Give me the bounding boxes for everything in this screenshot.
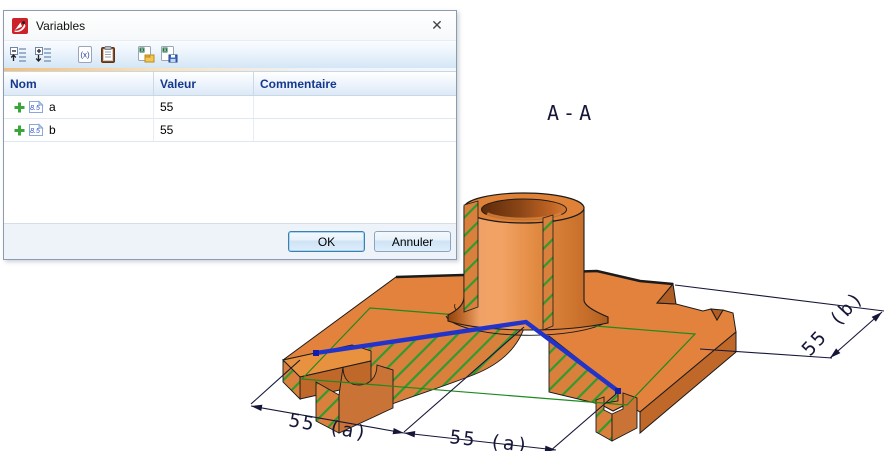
parameters-document-icon[interactable]: (x) — [77, 46, 93, 63]
table-row[interactable]: 8.5 b 55 — [4, 119, 456, 142]
expand-all-icon[interactable] — [35, 46, 52, 63]
excel-export-icon[interactable]: X — [160, 46, 178, 63]
variables-grid: Nom Valeur Commentaire 8.5 a 55 — [4, 71, 456, 223]
collapse-all-icon[interactable] — [10, 46, 27, 63]
cylinder-cut-strip-right — [543, 215, 553, 330]
app-logo-icon — [12, 18, 28, 34]
cell-nom: 8.5 b — [4, 119, 154, 141]
column-header-nom[interactable]: Nom — [4, 72, 154, 95]
svg-text:8.5: 8.5 — [30, 105, 40, 112]
variable-name: b — [49, 123, 56, 137]
excel-import-icon[interactable]: X — [137, 46, 155, 63]
real-parameter-icon: 8.5 — [28, 123, 44, 137]
section-line-endpoint-left — [313, 350, 319, 356]
cell-valeur[interactable]: 55 — [154, 119, 254, 141]
dialog-toolbar: (x) X X — [4, 40, 456, 68]
cylinder-cut-strip-left — [464, 201, 478, 312]
add-variable-icon — [14, 125, 25, 136]
cell-valeur[interactable]: 55 — [154, 96, 254, 118]
section-line-endpoint-right — [615, 388, 621, 394]
dialog-title: Variables — [36, 19, 85, 33]
svg-text:(x): (x) — [80, 51, 90, 60]
table-row[interactable]: 8.5 a 55 — [4, 96, 456, 119]
variables-dialog: Variables ✕ (x) — [3, 10, 457, 260]
variable-name: a — [49, 100, 56, 114]
cell-nom: 8.5 a — [4, 96, 154, 118]
real-parameter-icon: 8.5 — [28, 100, 44, 114]
dialog-titlebar[interactable]: Variables ✕ — [4, 11, 456, 40]
close-icon[interactable]: ✕ — [424, 15, 450, 37]
svg-text:8.5: 8.5 — [30, 128, 40, 135]
cancel-button[interactable]: Annuler — [374, 231, 451, 252]
grid-empty-area — [4, 142, 456, 223]
grid-header-row: Nom Valeur Commentaire — [4, 72, 456, 96]
column-header-commentaire[interactable]: Commentaire — [254, 77, 456, 91]
ok-button[interactable]: OK — [288, 231, 365, 252]
dialog-footer: OK Annuler — [4, 223, 456, 259]
section-view-label[interactable]: A-A — [547, 101, 595, 125]
clipboard-icon[interactable] — [100, 46, 116, 63]
cylinder-boss[interactable] — [448, 193, 608, 330]
column-header-valeur[interactable]: Valeur — [154, 72, 254, 95]
dimension-label-b[interactable]: 55 (b) — [798, 286, 869, 360]
add-variable-icon — [14, 102, 25, 113]
dimension-label-a2[interactable]: 55 (a) — [448, 426, 531, 451]
